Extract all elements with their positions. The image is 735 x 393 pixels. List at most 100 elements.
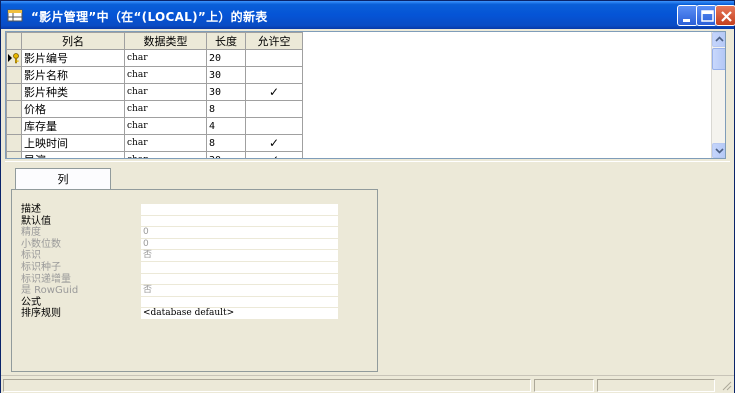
property-label: 小数位数: [21, 238, 61, 250]
property-label: 公式: [21, 296, 41, 308]
cell-name[interactable]: 影片种类: [21, 83, 125, 101]
scroll-up-button[interactable]: [712, 32, 725, 47]
column-properties-panel: 列 描述 默认值 精度 0 小数位数 0 标识 否 标识种子 标识递增量 是 R…: [5, 161, 730, 374]
resize-grip-icon[interactable]: [720, 379, 732, 391]
table-row[interactable]: 库存量 char 4: [6, 117, 303, 135]
property-value[interactable]: [141, 215, 338, 228]
property-value: 否: [141, 285, 338, 297]
status-segment: [534, 379, 594, 392]
cell-name[interactable]: 影片编号: [21, 49, 125, 67]
column-grid[interactable]: 列名 数据类型 长度 允许空 影片编号 char 20 影片名称 char 30…: [5, 31, 726, 159]
table-row[interactable]: 影片编号 char 20: [6, 49, 303, 67]
property-row: 小数位数 0: [21, 238, 351, 251]
row-selector[interactable]: [6, 66, 22, 84]
property-row[interactable]: 公式: [21, 296, 351, 309]
window-title: “影片管理”中（在“(LOCAL)”上）的新表: [31, 10, 268, 24]
property-label: 描述: [21, 204, 41, 215]
cell-name[interactable]: 导演: [21, 151, 125, 158]
column-header-type[interactable]: 数据类型: [124, 32, 207, 50]
cell-name[interactable]: 影片名称: [21, 66, 125, 84]
cell-nullable[interactable]: [245, 117, 303, 135]
property-label: 标识种子: [21, 261, 61, 273]
cell-nullable[interactable]: [245, 66, 303, 84]
close-button[interactable]: [715, 5, 735, 26]
table-designer-window: “影片管理”中（在“(LOCAL)”上）的新表 列名 数据类型 长度 允许空 影…: [0, 0, 735, 393]
status-segment: [597, 379, 715, 392]
cell-type[interactable]: char: [124, 134, 207, 152]
row-selector[interactable]: [6, 83, 22, 101]
cell-nullable[interactable]: [245, 100, 303, 118]
minimize-button[interactable]: [677, 5, 698, 26]
property-row: 标识递增量: [21, 273, 351, 286]
primary-key-icon: [8, 53, 19, 64]
property-row: 标识种子: [21, 261, 351, 274]
tab-columns[interactable]: 列: [15, 168, 111, 190]
cell-length[interactable]: 8: [206, 134, 246, 152]
cell-type[interactable]: char: [124, 100, 207, 118]
row-selector[interactable]: [6, 49, 22, 67]
grid-corner: [6, 32, 22, 50]
cell-length[interactable]: 4: [206, 117, 246, 135]
property-value: [141, 261, 338, 274]
property-row: 是 RowGuid 否: [21, 285, 351, 297]
property-label: 标识: [21, 250, 41, 262]
status-bar: [1, 375, 734, 393]
table-row[interactable]: 价格 char 8: [6, 100, 303, 118]
property-list: 描述 默认值 精度 0 小数位数 0 标识 否 标识种子 标识递增量 是 Row…: [21, 204, 351, 320]
vertical-scrollbar[interactable]: [711, 32, 725, 158]
property-label: 标识递增量: [21, 273, 71, 285]
property-row[interactable]: 默认值: [21, 215, 351, 228]
cell-nullable[interactable]: [245, 49, 303, 67]
cell-length[interactable]: 8: [206, 100, 246, 118]
maximize-button[interactable]: [696, 5, 717, 26]
table-row[interactable]: 影片名称 char 30: [6, 66, 303, 84]
cell-length[interactable]: 30: [206, 151, 246, 158]
cell-name[interactable]: 上映时间: [21, 134, 125, 152]
row-selector[interactable]: [6, 100, 22, 118]
property-label: 排序规则: [21, 308, 61, 320]
property-value: [141, 273, 338, 286]
cell-length[interactable]: 20: [206, 49, 246, 67]
property-value[interactable]: [141, 296, 338, 309]
scroll-down-button[interactable]: [712, 143, 725, 158]
property-label: 精度: [21, 227, 41, 239]
status-segment: [3, 379, 531, 392]
cell-type[interactable]: char: [124, 66, 207, 84]
chevron-down-icon: [715, 148, 724, 154]
column-header-row: 列名 数据类型 长度 允许空: [6, 32, 303, 50]
cell-nullable[interactable]: ✓: [245, 151, 303, 158]
table-row[interactable]: 导演 char 30 ✓: [6, 151, 303, 158]
cell-length[interactable]: 30: [206, 66, 246, 84]
property-row[interactable]: 排序规则 <database default>: [21, 308, 351, 320]
row-selector[interactable]: [6, 117, 22, 135]
property-label: 默认值: [21, 215, 51, 227]
cell-length[interactable]: 30: [206, 83, 246, 101]
column-header-length[interactable]: 长度: [206, 32, 246, 50]
property-row: 标识 否: [21, 250, 351, 262]
cell-name[interactable]: 价格: [21, 100, 125, 118]
chevron-up-icon: [715, 36, 724, 42]
cell-type[interactable]: char: [124, 117, 207, 135]
cell-type[interactable]: char: [124, 83, 207, 101]
property-row: 精度 0: [21, 227, 351, 239]
cell-name[interactable]: 库存量: [21, 117, 125, 135]
cell-nullable[interactable]: ✓: [245, 134, 303, 152]
cell-nullable[interactable]: ✓: [245, 83, 303, 101]
property-row[interactable]: 描述: [21, 204, 351, 216]
title-bar[interactable]: “影片管理”中（在“(LOCAL)”上）的新表: [1, 1, 735, 29]
cell-type[interactable]: char: [124, 49, 207, 67]
property-value[interactable]: [141, 204, 338, 216]
property-value: 否: [141, 250, 338, 262]
column-header-name[interactable]: 列名: [21, 32, 125, 50]
property-label: 是 RowGuid: [21, 285, 79, 297]
table-row[interactable]: 上映时间 char 8 ✓: [6, 134, 303, 152]
close-icon: [721, 11, 732, 22]
row-selector[interactable]: [6, 151, 22, 158]
property-value[interactable]: <database default>: [141, 308, 338, 320]
property-value: 0: [141, 238, 338, 251]
table-row[interactable]: 影片种类 char 30 ✓: [6, 83, 303, 101]
cell-type[interactable]: char: [124, 151, 207, 158]
scroll-thumb[interactable]: [712, 48, 725, 70]
row-selector[interactable]: [6, 134, 22, 152]
column-header-nullable[interactable]: 允许空: [245, 32, 303, 50]
